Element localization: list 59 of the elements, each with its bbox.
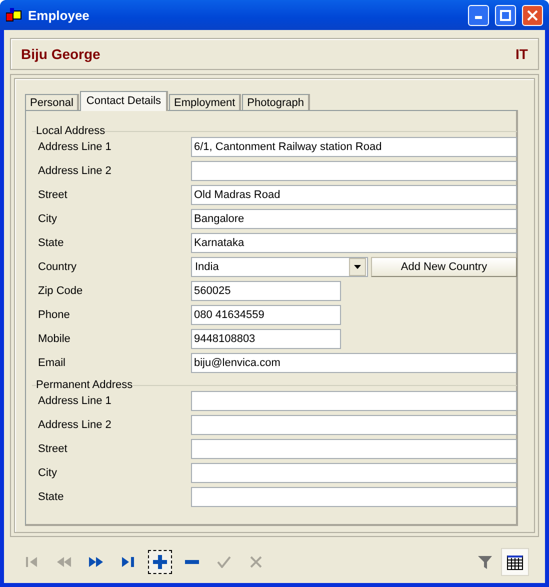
employee-name: Biju George xyxy=(21,46,100,62)
text-field[interactable] xyxy=(191,439,517,459)
text-field[interactable] xyxy=(191,161,517,181)
field-label: Address Line 2 xyxy=(38,419,112,431)
minimize-button[interactable] xyxy=(468,4,489,26)
app-icon xyxy=(6,8,22,22)
dropdown-field[interactable]: India xyxy=(191,257,368,277)
text-field[interactable]: 560025 xyxy=(191,281,341,301)
field-label: City xyxy=(38,467,58,479)
text-field[interactable] xyxy=(191,415,517,435)
last-record-icon xyxy=(121,556,135,568)
text-field[interactable] xyxy=(191,487,517,507)
field-label: City xyxy=(38,213,58,225)
next-record-icon xyxy=(88,556,104,568)
text-field[interactable] xyxy=(191,463,517,483)
field-label: Address Line 1 xyxy=(38,141,112,153)
text-field[interactable]: 080 41634559 xyxy=(191,305,341,325)
field-label: Street xyxy=(38,443,68,455)
group-title: Permanent Address xyxy=(36,379,133,391)
filter-icon xyxy=(477,554,493,570)
tab[interactable]: Personal xyxy=(25,94,80,110)
field-label: Country xyxy=(38,261,78,273)
department-code: IT xyxy=(516,46,528,62)
text-field[interactable]: 6/1, Cantonment Railway station Road xyxy=(191,137,517,157)
field-label: Address Line 2 xyxy=(38,165,112,177)
tab[interactable]: Employment xyxy=(169,94,242,110)
field-label: Zip Code xyxy=(38,285,84,297)
minus-icon xyxy=(185,560,199,564)
text-field[interactable] xyxy=(191,391,517,411)
maximize-button[interactable] xyxy=(495,4,516,26)
text-field[interactable]: Bangalore xyxy=(191,209,517,229)
previous-record-icon xyxy=(56,556,72,568)
grid-icon xyxy=(507,554,523,570)
caret-icon xyxy=(354,265,361,269)
field-label: Phone xyxy=(38,309,71,321)
field-label: Email xyxy=(38,357,67,369)
checkmark-icon xyxy=(217,556,231,568)
field-label: State xyxy=(38,237,65,249)
text-field[interactable]: 9448108803 xyxy=(191,329,341,349)
cross-icon xyxy=(250,556,262,568)
text-field[interactable]: Karnataka xyxy=(191,233,517,253)
close-button[interactable] xyxy=(522,4,543,26)
text-field[interactable]: Old Madras Road xyxy=(191,185,517,205)
field-label: Address Line 1 xyxy=(38,395,112,407)
first-record-icon xyxy=(25,556,39,568)
tab[interactable]: Contact Details xyxy=(80,91,168,111)
close-icon xyxy=(527,10,538,20)
tab[interactable]: Photograph xyxy=(242,94,310,110)
window-title: Employee xyxy=(28,8,90,22)
add-country-button[interactable]: Add New Country xyxy=(371,257,517,277)
field-label: Street xyxy=(38,189,68,201)
plus-icon xyxy=(153,555,167,569)
group-title: Local Address xyxy=(36,125,106,137)
toolbar-button[interactable] xyxy=(148,550,172,574)
text-field[interactable]: biju@lenvica.com xyxy=(191,353,517,373)
maximize-icon xyxy=(500,10,511,20)
field-label: State xyxy=(38,491,65,503)
field-label: Mobile xyxy=(38,333,72,345)
view-button[interactable] xyxy=(501,548,529,576)
